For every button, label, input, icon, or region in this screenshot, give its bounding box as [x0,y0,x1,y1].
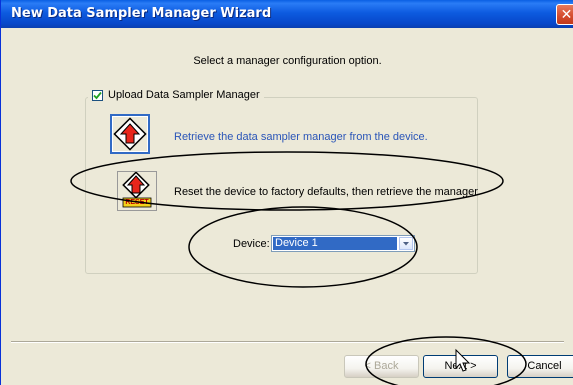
reset-and-retrieve-label[interactable]: Reset the device to factory defaults, th… [174,186,480,198]
next-button[interactable]: Next > [423,355,498,378]
title-bar[interactable]: New Data Sampler Manager Wizard ✕ [1,0,573,28]
upload-checkbox[interactable] [92,89,103,101]
device-selected-value: Device 1 [273,237,397,250]
upload-checkbox-row[interactable]: Upload Data Sampler Manager [88,89,264,101]
upload-checkbox-label: Upload Data Sampler Manager [108,89,260,101]
chevron-down-icon [403,242,409,246]
device-label: Device: [233,238,270,250]
back-button[interactable]: < Back [344,355,419,378]
dropdown-arrow-button[interactable] [399,237,413,250]
device-dropdown[interactable]: Device 1 [271,235,415,252]
window-title: New Data Sampler Manager Wizard [11,6,272,21]
button-separator [11,341,564,343]
retrieve-manager-label[interactable]: Retrieve the data sampler manager from t… [174,131,428,143]
wizard-window: New Data Sampler Manager Wizard ✕ Select… [0,0,573,385]
retrieve-up-arrow-icon [113,117,147,151]
close-button[interactable]: ✕ [556,4,573,25]
retrieve-manager-button[interactable] [110,114,150,154]
cancel-button[interactable]: Cancel [507,355,573,378]
reset-and-retrieve-button[interactable]: RESET [117,171,157,211]
reset-badge-text: RESET [125,199,149,206]
instruction-text: Select a manager configuration option. [193,55,382,67]
wizard-body: Select a manager configuration option. U… [1,28,573,385]
close-icon: ✕ [560,6,573,22]
checkmark-icon [93,91,102,99]
